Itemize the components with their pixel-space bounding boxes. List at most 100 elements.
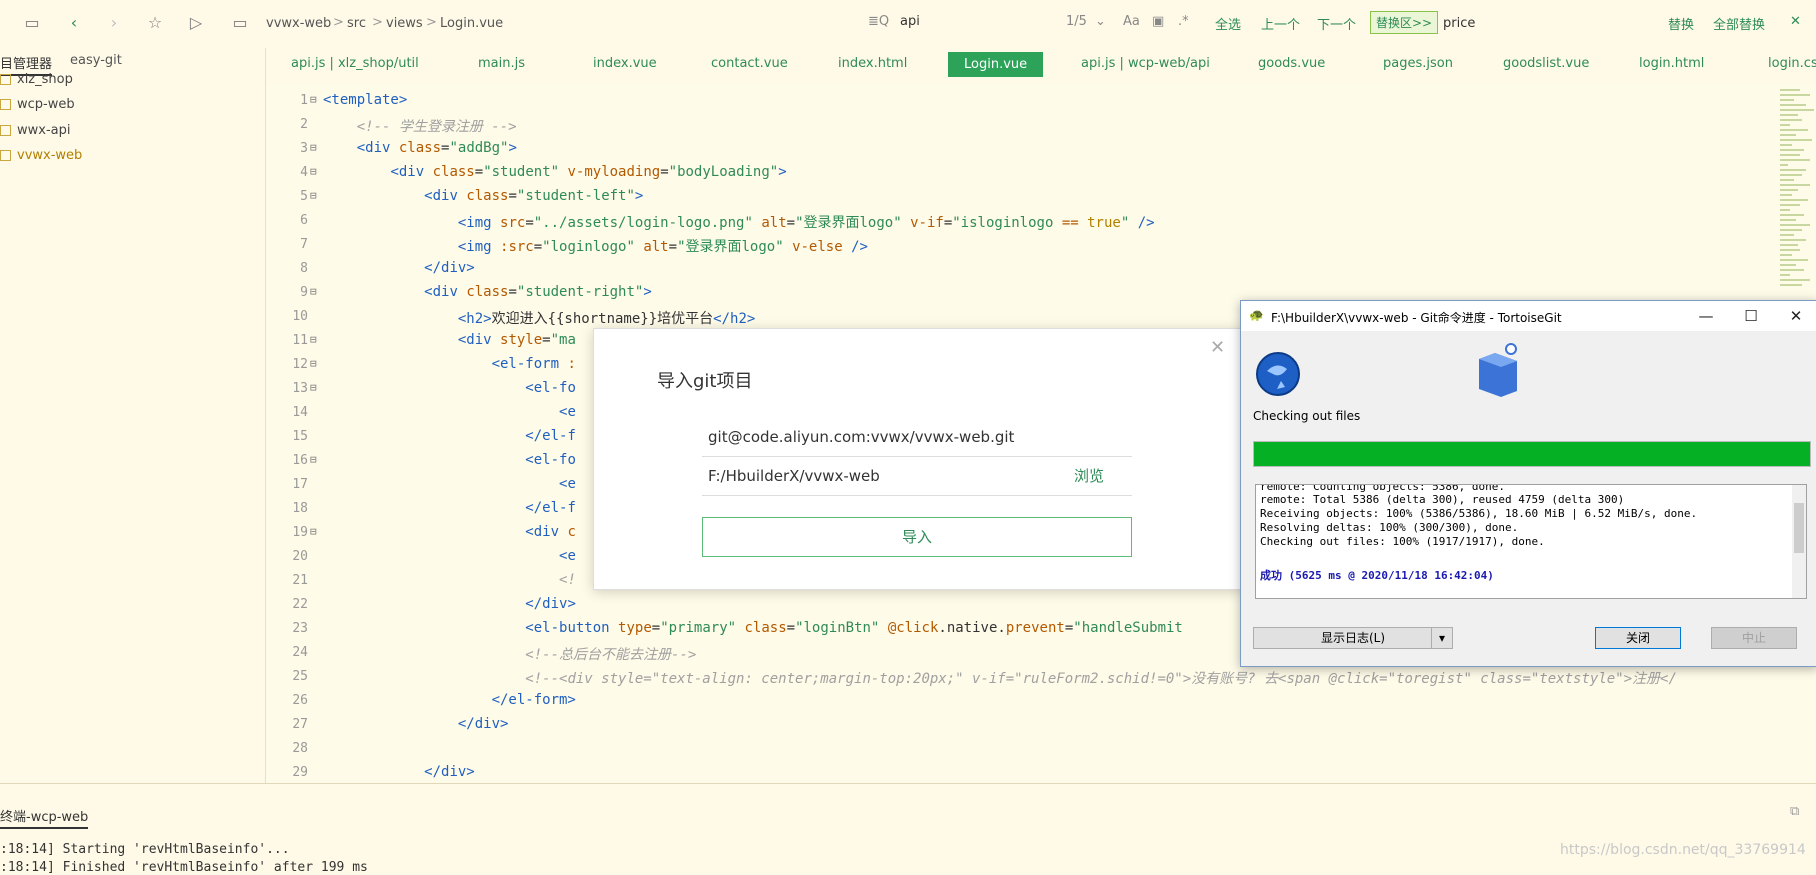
code-line: <e <box>559 548 576 564</box>
prev-match-button[interactable]: 上一个 <box>1261 14 1300 33</box>
scroll-thumb[interactable] <box>1794 503 1804 553</box>
close-icon[interactable]: ✕ <box>1210 337 1225 358</box>
code-line: <!--<div style="text-align: center;margi… <box>525 671 1677 687</box>
star-icon[interactable]: ☆ <box>145 13 165 33</box>
line-number: 10 <box>292 309 308 324</box>
tab-goodslist-vue[interactable]: goodslist.vue <box>1503 56 1589 71</box>
code-line: <! <box>559 572 576 588</box>
code-line: <template> <box>323 92 408 108</box>
case-toggle[interactable]: Aa <box>1123 14 1140 29</box>
search-input[interactable]: api <box>900 14 920 29</box>
tab-pages-json[interactable]: pages.json <box>1383 56 1453 71</box>
tab-login-css[interactable]: login.css <box>1768 56 1816 71</box>
chevron-down-icon[interactable]: ⌄ <box>1095 14 1106 29</box>
replace-zone-button[interactable]: 替换区>> <box>1370 11 1439 34</box>
status-text: Checking out files <box>1253 409 1361 423</box>
tab-api-js-xlz[interactable]: api.js | xlz_shop/util <box>291 56 419 71</box>
back-icon[interactable]: ‹ <box>64 13 84 33</box>
fold-icon[interactable]: ⊟ <box>310 285 317 298</box>
regex-icon[interactable]: .* <box>1178 14 1189 29</box>
breadcrumb-item[interactable]: vvwx-web <box>266 16 331 31</box>
tab-contact-vue[interactable]: contact.vue <box>711 56 788 71</box>
minimap-line <box>1780 194 1792 196</box>
tab-easy-git[interactable]: easy-git <box>70 53 122 68</box>
project-item[interactable]: wcp-web <box>0 97 75 112</box>
minimap-line <box>1780 214 1804 216</box>
console-tab[interactable]: 终端-wcp-web <box>0 806 89 829</box>
minimap-line <box>1780 164 1788 166</box>
breadcrumb-item[interactable]: Login.vue <box>440 16 503 31</box>
tab-index-html[interactable]: index.html <box>838 56 907 71</box>
panel-icon[interactable]: ⧉ <box>1790 804 1799 819</box>
code-line: <e <box>559 404 576 420</box>
minimap-line <box>1780 184 1810 186</box>
show-log-button[interactable]: 显示日志(L) <box>1253 627 1453 649</box>
breadcrumb-item[interactable]: views <box>386 16 423 31</box>
fold-icon[interactable]: ⊟ <box>310 333 317 346</box>
progress-bar <box>1254 442 1810 466</box>
local-path-value: F:/HbuilderX/vvwx-web <box>708 467 880 485</box>
line-number: 26 <box>292 693 308 708</box>
minimap-line <box>1780 109 1814 111</box>
toolbar: ▭ ‹ › ☆ ▷ ▭ vvwx-web > src > views > Log… <box>0 0 1816 48</box>
close-button[interactable]: 关闭 <box>1595 627 1681 649</box>
fold-icon[interactable]: ⊟ <box>310 381 317 394</box>
output-log[interactable]: remote: Counting objects: 5386, done. re… <box>1255 484 1807 599</box>
fold-icon[interactable]: ⊟ <box>310 525 317 538</box>
window-titlebar[interactable]: 🐢 F:\HbuilderX\vvwx-web - Git命令进度 - Tort… <box>1241 301 1816 331</box>
tab-main-js[interactable]: main.js <box>478 56 525 71</box>
code-line: <!--总后台不能去注册--> <box>525 647 697 663</box>
next-match-button[interactable]: 下一个 <box>1317 14 1356 33</box>
minimap-line <box>1780 234 1794 236</box>
tab-login-html[interactable]: login.html <box>1639 56 1704 71</box>
abort-button[interactable]: 中止 <box>1711 627 1797 649</box>
minimap-line <box>1780 154 1800 156</box>
project-item-active[interactable]: vvwx-web <box>0 148 82 163</box>
fold-icon[interactable]: ⊟ <box>310 141 317 154</box>
minimap-line <box>1780 144 1792 146</box>
run-icon[interactable]: ▷ <box>186 13 206 33</box>
tab-goods-vue[interactable]: goods.vue <box>1258 56 1325 71</box>
line-number: 25 <box>292 669 308 684</box>
line-number: 18 <box>292 501 308 516</box>
breadcrumb-item[interactable]: src <box>347 16 366 31</box>
replace-all-button[interactable]: 全部替换 <box>1713 14 1765 33</box>
log-scrollbar[interactable] <box>1792 485 1806 598</box>
fold-icon[interactable]: ⊟ <box>310 93 317 106</box>
folder-icon <box>0 99 11 110</box>
fold-icon[interactable]: ⊟ <box>310 189 317 202</box>
tab-login-vue[interactable]: Login.vue <box>948 52 1044 77</box>
project-item[interactable]: wwx-api <box>0 123 70 138</box>
local-path-input[interactable]: F:/HbuilderX/vvwx-web 浏览 <box>702 456 1132 496</box>
forward-icon[interactable]: › <box>104 13 124 33</box>
code-line: <div class="student-left"> <box>424 188 644 204</box>
line-number: 29 <box>292 765 308 780</box>
line-number: 22 <box>292 597 308 612</box>
minimize-icon[interactable]: — <box>1696 306 1716 326</box>
minimap-line <box>1780 199 1808 201</box>
minimap-line <box>1780 134 1796 136</box>
line-number: 13 <box>292 381 308 396</box>
tab-index-vue[interactable]: index.vue <box>593 56 657 71</box>
fold-icon[interactable]: ⊟ <box>310 453 317 466</box>
editor-tabs: api.js | xlz_shop/util main.js index.vue… <box>266 48 1816 82</box>
browse-button[interactable]: 浏览 <box>1074 456 1104 496</box>
save-icon[interactable]: ▭ <box>22 13 42 33</box>
replace-input[interactable]: price <box>1443 16 1475 31</box>
replace-button[interactable]: 替换 <box>1668 14 1694 33</box>
fold-icon[interactable]: ⊟ <box>310 165 317 178</box>
code-line: <el-fo <box>525 380 576 396</box>
chevron-down-icon[interactable]: ▾ <box>1431 627 1453 649</box>
close-icon[interactable]: ✕ <box>1790 14 1801 29</box>
minimap-line <box>1780 279 1810 281</box>
fold-icon[interactable]: ⊟ <box>310 357 317 370</box>
import-button[interactable]: 导入 <box>702 517 1132 557</box>
maximize-icon[interactable]: ☐ <box>1741 306 1761 326</box>
select-all-button[interactable]: 全选 <box>1215 14 1241 33</box>
whole-word-icon[interactable]: ▣ <box>1152 14 1164 29</box>
code-line: </div> <box>424 260 475 276</box>
close-icon[interactable]: ✕ <box>1786 306 1806 326</box>
tab-api-js-wcp[interactable]: api.js | wcp-web/api <box>1081 56 1210 71</box>
repo-url-input[interactable]: git@code.aliyun.com:vvwx/vvwx-web.git <box>702 417 1132 457</box>
project-item[interactable]: xlz_shop <box>0 72 73 87</box>
